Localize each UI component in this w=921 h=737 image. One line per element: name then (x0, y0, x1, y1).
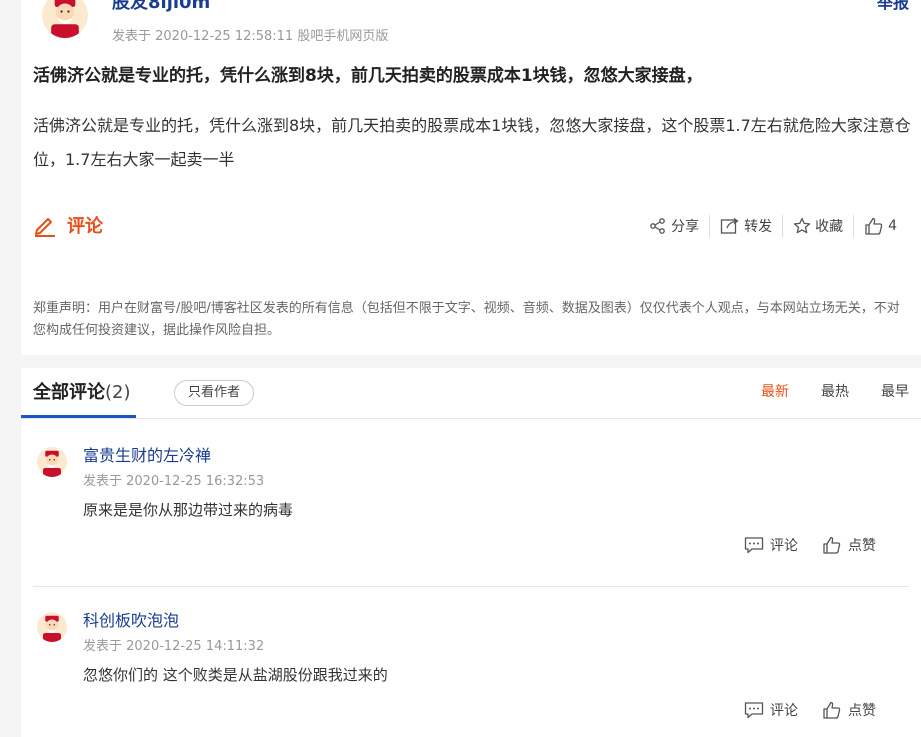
sort-newest[interactable]: 最新 (761, 382, 789, 402)
comment-text: 原来是是你从那边带过来的病毒 (83, 501, 294, 519)
reply-label: 评论 (770, 703, 798, 719)
pencil-icon (35, 218, 55, 237)
comment-meta: 发表于 2020-12-25 16:32:53 (83, 474, 265, 489)
sort-hottest[interactable]: 最热 (821, 382, 849, 402)
thumb-up-icon (823, 701, 841, 719)
comment-actions: 评论 点赞 (720, 535, 876, 555)
tab-all-label: 全部评论 (33, 382, 105, 403)
avatar-caishen-icon (37, 612, 67, 642)
post-author-avatar[interactable] (42, 0, 88, 38)
post-meta: 发表于 2020-12-25 12:58:11 股吧手机网页版 (112, 29, 389, 44)
post-actions: 分享 转发 收藏 4 (639, 214, 907, 238)
active-tab-indicator (21, 415, 136, 418)
like-label: 点赞 (848, 538, 876, 554)
tab-all-comments[interactable]: 全部评论(2) (33, 380, 131, 406)
like-count: 4 (888, 218, 897, 234)
comments-section: 全部评论(2) 只看作者 最新 最热 最早 富贵生财的左冷禅 发表于 2020-… (21, 368, 921, 737)
favorite-label: 收藏 (815, 219, 844, 235)
avatar-caishen-icon (37, 447, 67, 477)
like-label: 点赞 (848, 703, 876, 719)
forward-label: 转发 (744, 219, 773, 235)
star-icon (793, 217, 811, 234)
sort-options: 最新 最热 最早 (729, 382, 909, 402)
comment-divider (33, 586, 909, 587)
comment-reply-button[interactable]: 评论 (744, 700, 798, 720)
author-only-button[interactable]: 只看作者 (174, 380, 255, 406)
forward-button[interactable]: 转发 (710, 214, 782, 238)
disclaimer: 郑重声明：用户在财富号/股吧/博客社区发表的所有信息（包括但不限于文字、视频、音… (33, 301, 900, 338)
comment-like-button[interactable]: 点赞 (822, 700, 876, 720)
comments-tabs-bar: 全部评论(2) 只看作者 最新 最热 最早 (21, 368, 921, 419)
comment-reply-button[interactable]: 评论 (744, 535, 798, 555)
comment-button-label: 评论 (67, 216, 103, 237)
favorite-button[interactable]: 收藏 (783, 214, 853, 238)
commenter-name[interactable]: 科创板吹泡泡 (83, 610, 179, 632)
share-icon (650, 218, 665, 234)
post-body: 活佛济公就是专业的托，凭什么涨到8块，前几天拍卖的股票成本1块钱，忽悠大家接盘，… (33, 116, 911, 169)
share-button[interactable]: 分享 (639, 214, 709, 238)
post-author-name[interactable]: 股友8ijl0m (112, 0, 210, 14)
commenter-avatar[interactable] (37, 447, 67, 477)
sort-oldest[interactable]: 最早 (881, 382, 909, 402)
post-title: 活佛济公就是专业的托，凭什么涨到8块，前几天拍卖的股票成本1块钱，忽悠大家接盘， (33, 66, 703, 86)
thumb-up-icon (865, 217, 883, 235)
comment-like-button[interactable]: 点赞 (822, 535, 876, 555)
comment-button[interactable]: 评论 (33, 212, 103, 238)
comment-bubble-icon (744, 702, 764, 719)
commenter-name[interactable]: 富贵生财的左冷禅 (83, 445, 211, 467)
forward-icon (720, 217, 739, 234)
reply-label: 评论 (770, 538, 798, 554)
share-label: 分享 (671, 219, 700, 235)
comment-bubble-icon (744, 537, 764, 554)
comment-text: 忽悠你们的 这个败类是从盐湖股份跟我过来的 (83, 666, 388, 684)
comment-count: (2) (105, 382, 131, 403)
comment-actions: 评论 点赞 (720, 700, 876, 720)
commenter-avatar[interactable] (37, 612, 67, 642)
post-card: 股友8ijl0m 举报 发表于 2020-12-25 12:58:11 股吧手机… (21, 0, 921, 355)
thumb-up-icon (823, 536, 841, 554)
report-link[interactable]: 举报 (877, 0, 909, 14)
like-button[interactable]: 4 (854, 214, 907, 238)
comment-meta: 发表于 2020-12-25 14:11:32 (83, 639, 265, 654)
avatar-caishen-icon (42, 0, 88, 38)
